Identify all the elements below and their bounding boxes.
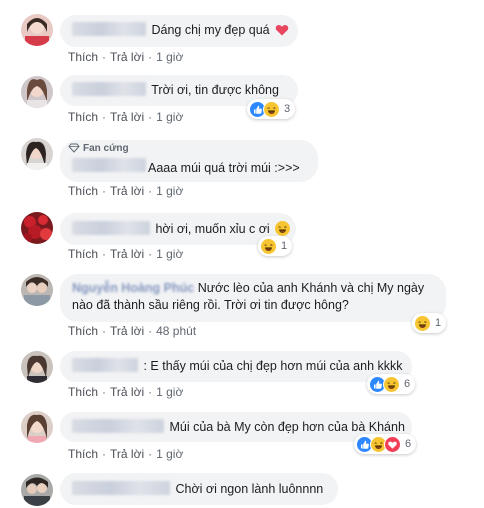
commenter-name-partial[interactable]: Nguyễn Hoàng Phúc [72,281,194,295]
haha-reaction-icon [260,237,277,255]
love-reaction-icon [384,435,401,453]
commenter-name-redacted[interactable] [72,82,146,96]
avatar[interactable] [21,14,53,46]
fan-badge: Fan cứng [68,143,129,154]
like-link[interactable]: Thích [68,50,98,64]
comment-text: Múi của bà My còn đẹp hơn của bà Khánh [169,420,405,434]
comment-text: Dáng chị my đẹp quá [151,23,270,37]
separator: · [148,324,153,338]
comment-text: : E thấy múi của chị đẹp hơn múi của anh… [143,359,403,373]
comment-text: Aaaa múi quá trời múi :>>> [148,161,300,175]
commenter-name-redacted[interactable] [72,481,170,495]
haha-reaction-icon [263,100,280,118]
comment-bubble: Nguyễn Hoàng Phúc Nước lèo của anh Khánh… [60,274,446,322]
separator: · [148,385,153,399]
comment-text: hời ơi, muốn xỉu c ơi [155,222,270,236]
haha-emoji-icon [275,221,291,236]
comment-text-line2: nào đã thành sầu riêng rồi. Trời ơi tin … [72,298,349,312]
diamond-icon [68,143,80,153]
separator: · [102,385,107,399]
reaction-summary[interactable]: 3 [247,99,296,119]
comment-bubble: Dáng chị my đẹp quá [60,15,298,47]
separator: · [148,247,153,261]
like-link[interactable]: Thích [68,110,98,124]
reply-link[interactable]: Trả lời [110,447,144,461]
commenter-name-redacted[interactable] [72,221,150,235]
haha-reaction-icon [414,314,431,332]
reply-link[interactable]: Trả lời [110,50,144,64]
comment-time[interactable]: 48 phút [156,324,196,338]
comment-text: Chời ơi ngon lành luônnnn [175,482,324,496]
avatar[interactable] [21,76,53,108]
reaction-count: 6 [404,378,411,390]
comment-time[interactable]: 1 giờ [156,110,183,124]
like-link[interactable]: Thích [68,184,98,198]
like-link[interactable]: Thích [68,447,98,461]
separator: · [102,447,107,461]
reaction-summary[interactable]: 6 [354,434,417,454]
comment-time[interactable]: 1 giờ [156,184,183,198]
heart-emoji-icon [275,23,289,36]
separator: · [102,247,107,261]
like-link[interactable]: Thích [68,324,98,338]
separator: · [102,110,107,124]
like-link[interactable]: Thích [68,385,98,399]
reply-link[interactable]: Trả lời [110,385,144,399]
reply-link[interactable]: Trả lời [110,324,144,338]
separator: · [102,324,107,338]
comment-actions: Thích · Trả lời · 1 giờ [68,385,183,399]
comment-actions: Thích · Trả lời · 48 phút [68,324,196,338]
comment-text-line1: Nước lèo của anh Khánh và chị My ngày [197,281,425,295]
reaction-count: 3 [284,103,291,115]
separator: · [148,50,153,64]
avatar[interactable] [21,274,53,306]
comment-time[interactable]: 1 giờ [156,385,183,399]
comment-bubble: : E thấy múi của chị đẹp hơn múi của anh… [60,351,412,382]
separator: · [148,110,153,124]
comment-actions: Thích · Trả lời · 1 giờ [68,247,183,261]
reaction-summary[interactable]: 1 [412,313,447,333]
comment-actions: Thích · Trả lời · 1 giờ [68,110,183,124]
commenter-name-redacted[interactable] [72,358,138,372]
reply-link[interactable]: Trả lời [110,110,144,124]
comment-bubble: Chời ơi ngon lành luônnnn [60,473,338,505]
reaction-count: 6 [405,438,412,450]
separator: · [148,184,153,198]
comment-actions: Thích · Trả lời · 1 giờ [68,50,183,64]
avatar[interactable] [21,138,53,170]
reaction-count: 1 [281,240,288,252]
avatar[interactable] [21,351,53,383]
separator: · [148,447,153,461]
avatar[interactable] [21,212,53,244]
reaction-summary[interactable]: 1 [258,236,293,256]
comment-time[interactable]: 1 giờ [156,447,183,461]
avatar[interactable] [21,411,53,443]
reaction-count: 1 [435,317,442,329]
comment-time[interactable]: 1 giờ [156,50,183,64]
comment-text: Trời ơi, tin được không [151,83,279,97]
comment-actions: Thích · Trả lời · 1 giờ [68,184,183,198]
like-link[interactable]: Thích [68,247,98,261]
separator: · [102,184,107,198]
separator: · [102,50,107,64]
comment-actions: Thích · Trả lời · 1 giờ [68,447,183,461]
avatar[interactable] [21,474,53,506]
haha-reaction-icon [383,375,400,393]
reply-link[interactable]: Trả lời [110,247,144,261]
reply-link[interactable]: Trả lời [110,184,144,198]
commenter-name-redacted[interactable] [72,419,164,433]
commenter-name-redacted[interactable] [72,158,146,172]
reaction-summary[interactable]: 6 [367,374,416,394]
commenter-name-redacted[interactable] [72,22,146,36]
comment-time[interactable]: 1 giờ [156,247,183,261]
badge-label: Fan cứng [83,143,129,154]
